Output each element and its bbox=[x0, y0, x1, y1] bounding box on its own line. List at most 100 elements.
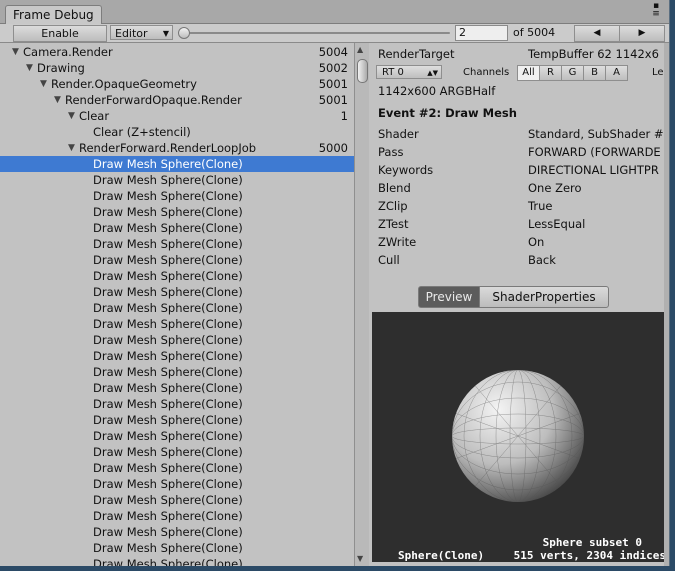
event-title: Event #2: Draw Mesh bbox=[378, 106, 517, 120]
tree-row[interactable]: Draw Mesh Sphere(Clone) bbox=[0, 364, 354, 380]
tree-row-label: Camera.Render bbox=[23, 45, 113, 59]
event-slider-thumb[interactable] bbox=[178, 27, 190, 39]
tab-shader-properties[interactable]: ShaderProperties bbox=[479, 286, 609, 308]
tree-row[interactable]: Draw Mesh Sphere(Clone) bbox=[0, 268, 354, 284]
rt-dropdown[interactable]: RT 0 ▲▼ bbox=[376, 65, 442, 79]
frame-debug-tab[interactable]: Frame Debug bbox=[5, 5, 102, 24]
tree-row-label: Draw Mesh Sphere(Clone) bbox=[93, 541, 243, 555]
render-target-label: RenderTarget bbox=[378, 47, 455, 61]
property-row: ZTest LessEqual bbox=[378, 216, 664, 232]
tree-row[interactable]: Draw Mesh Sphere(Clone) bbox=[0, 476, 354, 492]
tree-row[interactable]: Draw Mesh Sphere(Clone) bbox=[0, 460, 354, 476]
property-row: Cull Back bbox=[378, 252, 664, 268]
tree-row-label: Draw Mesh Sphere(Clone) bbox=[93, 525, 243, 539]
channel-a-button[interactable]: A bbox=[605, 65, 628, 81]
expand-triangle-icon[interactable]: ▼ bbox=[40, 76, 47, 92]
tree-row[interactable]: Draw Mesh Sphere(Clone) bbox=[0, 156, 354, 172]
tree-row-label: Draw Mesh Sphere(Clone) bbox=[93, 349, 243, 363]
property-key: Shader bbox=[378, 127, 419, 141]
tree-row[interactable]: Draw Mesh Sphere(Clone) bbox=[0, 444, 354, 460]
tree-row[interactable]: Draw Mesh Sphere(Clone) bbox=[0, 492, 354, 508]
window-menu-icon[interactable]: ▪ ≡ bbox=[649, 2, 663, 20]
tree-row[interactable]: Draw Mesh Sphere(Clone) bbox=[0, 508, 354, 524]
tree-row[interactable]: Draw Mesh Sphere(Clone) bbox=[0, 236, 354, 252]
next-event-button[interactable]: ▶ bbox=[619, 25, 665, 42]
tree-row-label: Draw Mesh Sphere(Clone) bbox=[93, 317, 243, 331]
tree-row[interactable]: Draw Mesh Sphere(Clone) bbox=[0, 300, 354, 316]
tree-row-label: Draw Mesh Sphere(Clone) bbox=[93, 237, 243, 251]
tree-scrollbar[interactable]: ▲ ▼ bbox=[354, 43, 370, 566]
tree-row[interactable]: ▼ RenderForwardOpaque.Render 5001 bbox=[0, 92, 354, 108]
tree-row[interactable]: Draw Mesh Sphere(Clone) bbox=[0, 428, 354, 444]
tree-row-label: Draw Mesh Sphere(Clone) bbox=[93, 157, 243, 171]
tree-row[interactable]: ▼ Render.OpaqueGeometry 5001 bbox=[0, 76, 354, 92]
channel-all-button[interactable]: All bbox=[517, 65, 540, 81]
tree-row-label: Draw Mesh Sphere(Clone) bbox=[93, 205, 243, 219]
tree-row[interactable]: Draw Mesh Sphere(Clone) bbox=[0, 284, 354, 300]
channel-r-button[interactable]: R bbox=[539, 65, 562, 81]
property-value: LessEqual bbox=[528, 217, 586, 231]
expand-triangle-icon[interactable]: ▼ bbox=[54, 92, 61, 108]
tree-row-label: Draw Mesh Sphere(Clone) bbox=[93, 301, 243, 315]
render-target-value: TempBuffer 62 1142x6 bbox=[528, 47, 659, 61]
property-key: Blend bbox=[378, 181, 411, 195]
tree-row[interactable]: Clear (Z+stencil) bbox=[0, 124, 354, 140]
enable-button[interactable]: Enable bbox=[13, 25, 107, 42]
tree-row-count: 5002 bbox=[318, 61, 348, 75]
previous-event-button[interactable]: ◀ bbox=[574, 25, 620, 42]
expand-triangle-icon[interactable]: ▼ bbox=[68, 140, 75, 156]
tree-row-label: Draw Mesh Sphere(Clone) bbox=[93, 269, 243, 283]
property-value: Standard, SubShader # bbox=[528, 127, 664, 141]
tree-row[interactable]: Draw Mesh Sphere(Clone) bbox=[0, 220, 354, 236]
event-slider-track[interactable] bbox=[184, 32, 450, 34]
tree-row[interactable]: Draw Mesh Sphere(Clone) bbox=[0, 556, 354, 566]
scroll-up-icon[interactable]: ▲ bbox=[357, 46, 363, 54]
tree-row[interactable]: Draw Mesh Sphere(Clone) bbox=[0, 332, 354, 348]
channel-g-button[interactable]: G bbox=[561, 65, 584, 81]
property-row: ZWrite On bbox=[378, 234, 664, 250]
event-index-field[interactable]: 2 bbox=[455, 25, 508, 41]
tab-preview[interactable]: Preview bbox=[418, 286, 480, 308]
property-value: FORWARD (FORWARDE bbox=[528, 145, 661, 159]
sphere-wireframe-image bbox=[452, 370, 584, 502]
property-key: ZWrite bbox=[378, 235, 417, 249]
tree-row[interactable]: Draw Mesh Sphere(Clone) bbox=[0, 316, 354, 332]
property-key: ZTest bbox=[378, 217, 409, 231]
expand-triangle-icon[interactable]: ▼ bbox=[12, 44, 19, 60]
expand-triangle-icon[interactable]: ▼ bbox=[26, 60, 33, 76]
tree-row[interactable]: ▼ Camera.Render 5004 bbox=[0, 44, 354, 60]
tree-row-label: Draw Mesh Sphere(Clone) bbox=[93, 509, 243, 523]
tree-row[interactable]: Draw Mesh Sphere(Clone) bbox=[0, 172, 354, 188]
channel-b-button[interactable]: B bbox=[583, 65, 606, 81]
event-total-label: of 5004 bbox=[513, 26, 556, 39]
property-value: DIRECTIONAL LIGHTPR bbox=[528, 163, 659, 177]
tree-row[interactable]: ▼ RenderForward.RenderLoopJob 5000 bbox=[0, 140, 354, 156]
property-row: ZClip True bbox=[378, 198, 664, 214]
tree-row[interactable]: Draw Mesh Sphere(Clone) bbox=[0, 524, 354, 540]
tree-row[interactable]: Draw Mesh Sphere(Clone) bbox=[0, 396, 354, 412]
tree-row[interactable]: Draw Mesh Sphere(Clone) bbox=[0, 188, 354, 204]
tree-row[interactable]: Draw Mesh Sphere(Clone) bbox=[0, 204, 354, 220]
event-details-panel: RenderTarget TempBuffer 62 1142x6 RT 0 ▲… bbox=[369, 43, 664, 566]
tree-row-count: 5000 bbox=[318, 141, 348, 155]
tree-row-label: Draw Mesh Sphere(Clone) bbox=[93, 429, 243, 443]
tree-row[interactable]: Draw Mesh Sphere(Clone) bbox=[0, 252, 354, 268]
expand-triangle-icon[interactable]: ▼ bbox=[68, 108, 75, 124]
tree-row-count: 5001 bbox=[318, 77, 348, 91]
tree-row[interactable]: Draw Mesh Sphere(Clone) bbox=[0, 412, 354, 428]
tree-row[interactable]: ▼ Drawing 5002 bbox=[0, 60, 354, 76]
scroll-down-icon[interactable]: ▼ bbox=[357, 555, 363, 563]
tree-row[interactable]: Draw Mesh Sphere(Clone) bbox=[0, 348, 354, 364]
channel-toolbar: RT 0 ▲▼ Channels All R G B A Le bbox=[376, 65, 664, 81]
tree-row[interactable]: Draw Mesh Sphere(Clone) bbox=[0, 380, 354, 396]
render-target-row: RenderTarget TempBuffer 62 1142x6 bbox=[378, 46, 664, 62]
property-key: Pass bbox=[378, 145, 404, 159]
tree-scrollbar-thumb[interactable] bbox=[357, 59, 368, 83]
tree-row-label: Draw Mesh Sphere(Clone) bbox=[93, 189, 243, 203]
tree-row-label: Draw Mesh Sphere(Clone) bbox=[93, 173, 243, 187]
details-scrollbar[interactable] bbox=[664, 43, 669, 566]
tree-row[interactable]: Draw Mesh Sphere(Clone) bbox=[0, 540, 354, 556]
mesh-preview[interactable]: Sphere subset 0 515 verts, 2304 indices … bbox=[372, 312, 664, 562]
tree-row[interactable]: ▼ Clear 1 bbox=[0, 108, 354, 124]
editor-dropdown[interactable]: Editor ▼ bbox=[110, 25, 173, 40]
